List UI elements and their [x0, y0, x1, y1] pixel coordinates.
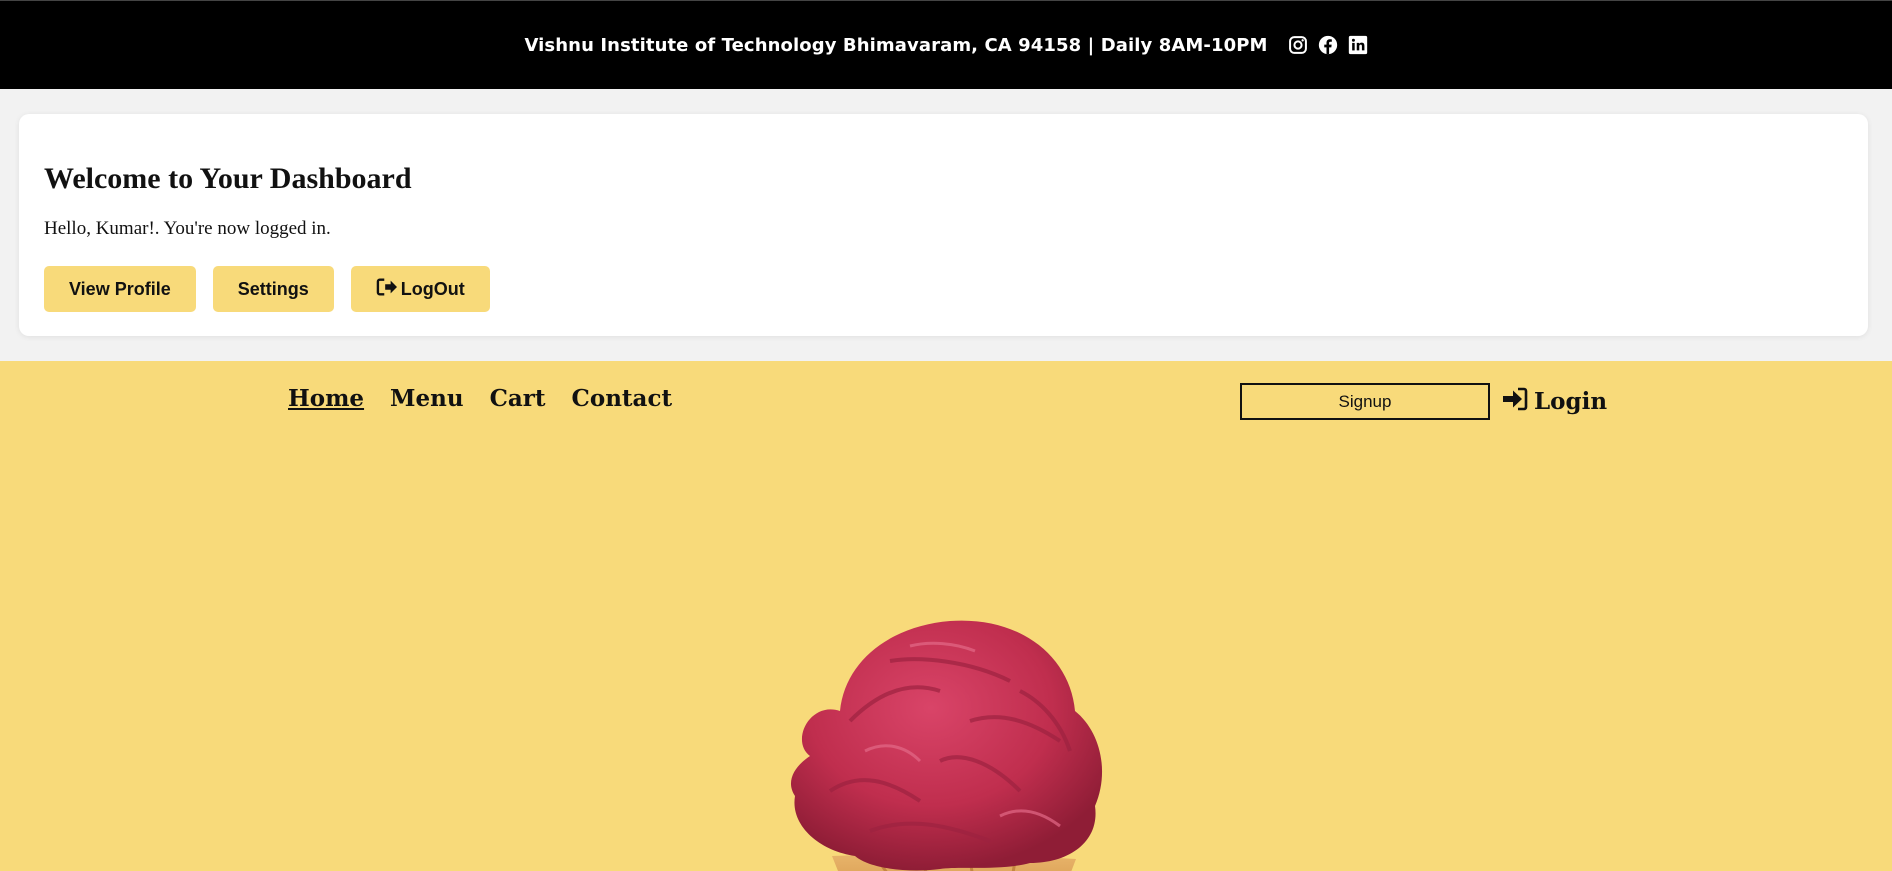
nav-item-home[interactable]: Home: [288, 385, 364, 412]
logout-label: LogOut: [400, 278, 465, 299]
dashboard-card: Welcome to Your Dashboard Hello, Kumar!.…: [19, 114, 1868, 336]
nav-item-contact[interactable]: Contact: [572, 385, 673, 412]
greeting-text: Hello, Kumar!. You're now logged in.: [44, 218, 331, 239]
dashboard-actions: View Profile Settings LogOut: [44, 266, 1843, 312]
view-profile-button[interactable]: View Profile: [44, 266, 196, 312]
instagram-icon[interactable]: [1288, 35, 1308, 55]
main-nav: Home Menu Cart Contact: [288, 385, 672, 412]
login-link[interactable]: Login: [1502, 387, 1607, 417]
login-icon: [1502, 387, 1528, 417]
nav-item-cart[interactable]: Cart: [490, 385, 546, 412]
view-profile-label: View Profile: [69, 278, 171, 299]
top-info-bar: Vishnu Institute of Technology Bhimavara…: [0, 0, 1892, 89]
login-label: Login: [1534, 388, 1608, 415]
ice-cream-image: [770, 601, 1140, 871]
nav-item-menu[interactable]: Menu: [390, 385, 464, 412]
hero-section: Home Menu Cart Contact Signup Login: [0, 361, 1892, 871]
dashboard-title: Welcome to Your Dashboard: [44, 162, 412, 195]
signup-button[interactable]: Signup: [1240, 383, 1490, 420]
auth-links: Signup Login: [1240, 383, 1607, 420]
store-info-text: Vishnu Institute of Technology Bhimavara…: [524, 34, 1268, 56]
logout-button[interactable]: LogOut: [350, 266, 490, 312]
settings-button[interactable]: Settings: [212, 266, 334, 312]
facebook-icon[interactable]: [1318, 35, 1338, 55]
logout-icon: [376, 277, 398, 302]
social-links: [1288, 35, 1368, 55]
signup-label: Signup: [1338, 391, 1392, 411]
settings-label: Settings: [237, 278, 309, 299]
linkedin-icon[interactable]: [1348, 35, 1368, 55]
